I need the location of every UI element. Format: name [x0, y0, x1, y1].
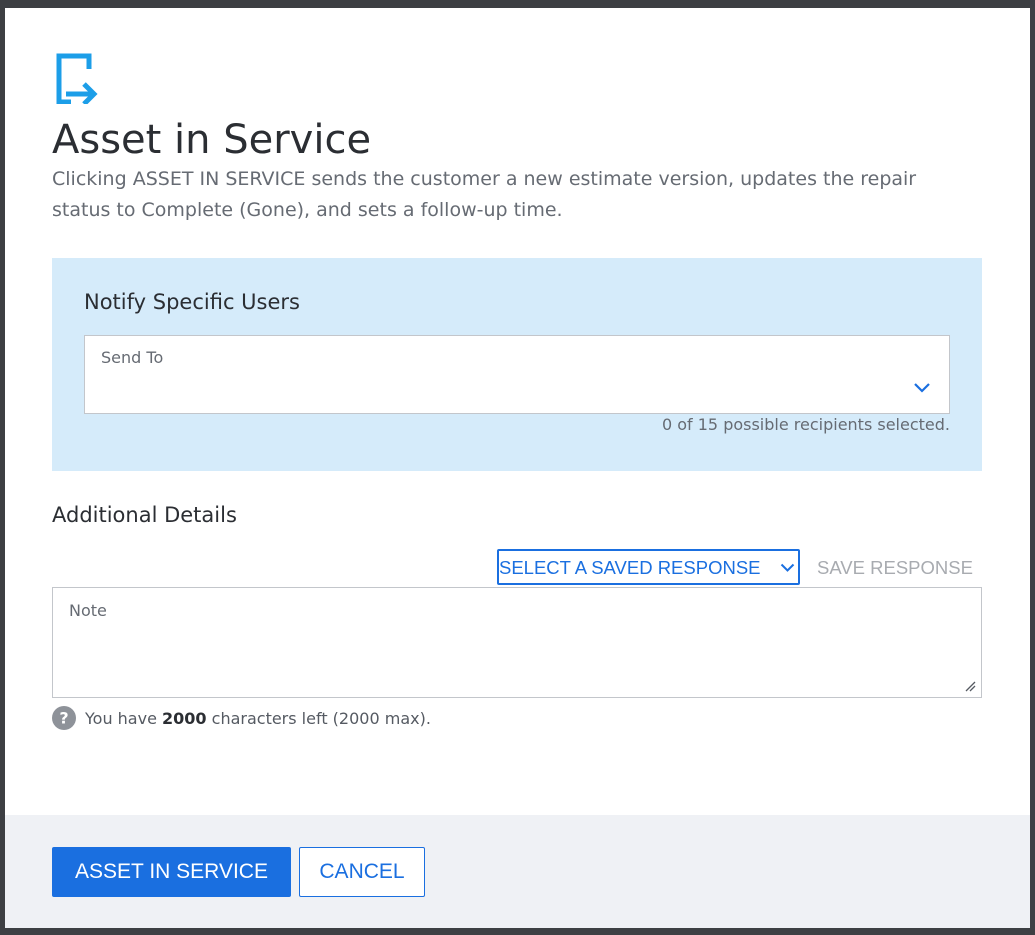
- notify-users-panel: Notify Specific Users Send To 0 of 15 po…: [52, 258, 982, 471]
- note-textarea[interactable]: Note: [52, 587, 982, 698]
- chevron-down-icon[interactable]: [913, 382, 931, 394]
- notify-users-title: Notify Specific Users: [84, 290, 300, 314]
- dialog-body: Asset in Service Clicking ASSET IN SERVI…: [5, 8, 1030, 815]
- send-to-label: Send To: [101, 348, 164, 367]
- resize-handle-icon[interactable]: [964, 680, 976, 692]
- help-icon[interactable]: ?: [52, 706, 76, 730]
- asset-in-service-button[interactable]: ASSET IN SERVICE: [52, 847, 291, 897]
- recipients-status: 0 of 15 possible recipients selected.: [661, 415, 950, 434]
- asset-in-service-dialog: Asset in Service Clicking ASSET IN SERVI…: [5, 8, 1030, 928]
- chars-suffix: characters left (2000 max).: [211, 708, 431, 728]
- save-response-button[interactable]: SAVE RESPONSE: [817, 557, 973, 579]
- select-saved-response-button[interactable]: SELECT A SAVED RESPONSE: [497, 549, 800, 585]
- select-saved-response-label: SELECT A SAVED RESPONSE: [499, 557, 761, 578]
- chars-prefix: You have: [85, 708, 157, 728]
- exit-arrow-icon: [56, 53, 98, 104]
- dialog-description: Clicking ASSET IN SERVICE sends the cust…: [52, 168, 917, 221]
- chars-left-count: 2000: [162, 708, 207, 728]
- dialog-footer: ASSET IN SERVICE CANCEL: [5, 815, 1030, 928]
- cancel-button[interactable]: CANCEL: [299, 847, 425, 897]
- character-count: ? You have 2000 characters left (2000 ma…: [52, 706, 431, 730]
- dialog-title: Asset in Service: [52, 117, 372, 163]
- svg-text:?: ?: [59, 709, 68, 728]
- send-to-select[interactable]: Send To: [84, 335, 950, 414]
- note-label: Note: [69, 601, 107, 620]
- additional-details-title: Additional Details: [52, 503, 237, 527]
- chevron-down-icon: [780, 563, 795, 572]
